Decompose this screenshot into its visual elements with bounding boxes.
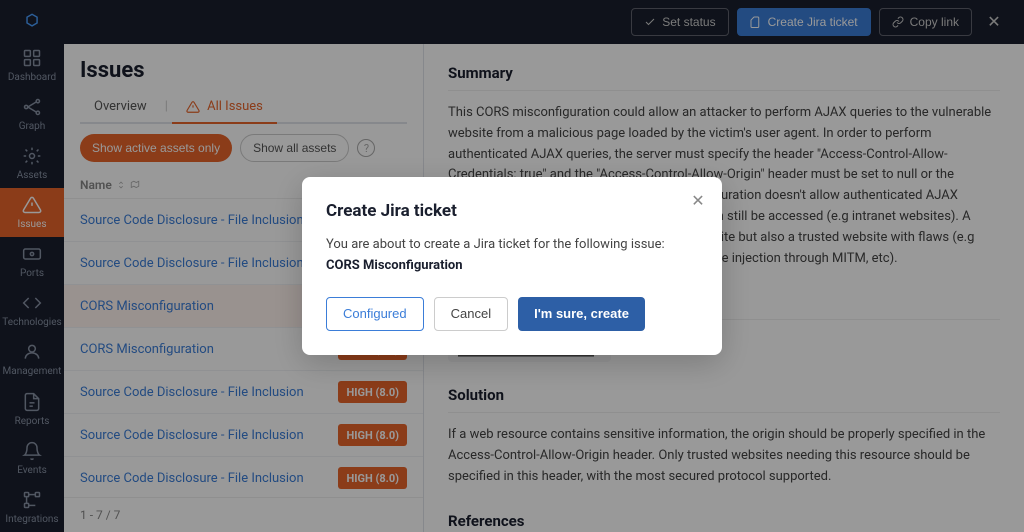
cancel-button[interactable]: Cancel xyxy=(434,297,508,331)
confirm-create-button[interactable]: I'm sure, create xyxy=(518,297,645,331)
create-jira-modal: Create Jira ticket ✕ You are about to cr… xyxy=(302,177,722,355)
configured-button[interactable]: Configured xyxy=(326,297,424,331)
modal-close-button[interactable]: ✕ xyxy=(686,189,710,213)
modal-body: You are about to create a Jira ticket fo… xyxy=(326,235,698,277)
modal-overlay: Create Jira ticket ✕ You are about to cr… xyxy=(0,0,1024,532)
modal-actions: Configured Cancel I'm sure, create xyxy=(326,297,698,331)
modal-title: Create Jira ticket xyxy=(326,201,698,221)
